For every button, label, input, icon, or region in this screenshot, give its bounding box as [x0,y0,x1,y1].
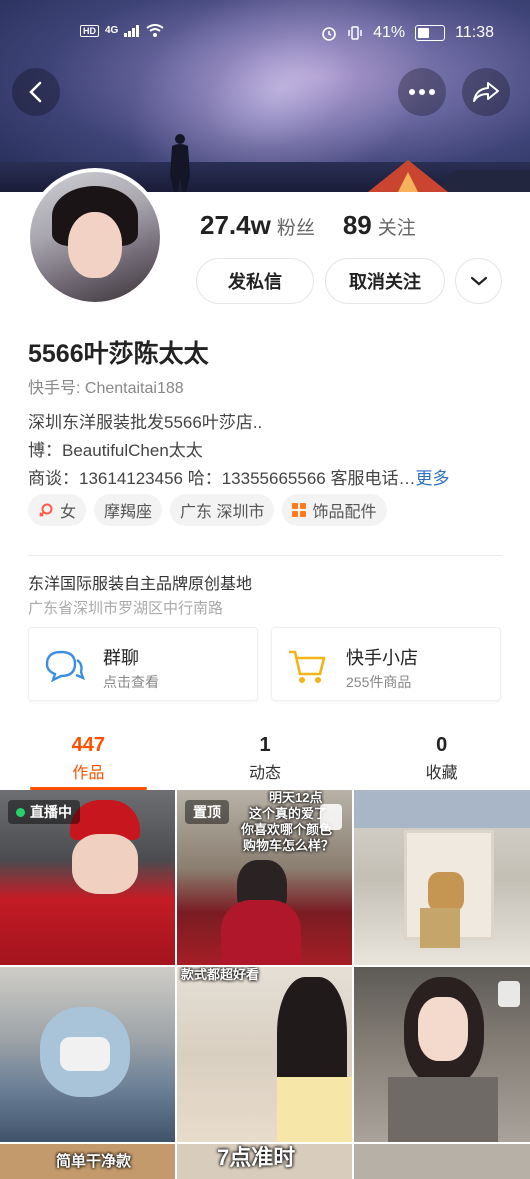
tag-location-label: 广东 深圳市 [180,504,265,521]
caption-line-4: 购物车怎么样？ [243,838,335,853]
silhouette-person [170,134,190,192]
video-thumb-8[interactable]: 7点准时 [177,1144,352,1179]
video-thumb-3[interactable] [354,790,530,965]
wifi-icon [146,24,164,37]
org-title: 东洋国际服装自主品牌原创基地 [28,576,253,593]
tab-works-label: 作品 [72,765,105,782]
expand-button[interactable] [455,258,502,304]
product-icon [320,804,342,830]
tag-zodiac-label: 摩羯座 [104,504,153,521]
avatar[interactable] [26,168,164,306]
chevron-left-icon [29,81,42,103]
tab-favorites-label: 收藏 [425,765,458,782]
content-tabs: 447 作品 1 动态 0 收藏 [0,730,530,790]
tag-location: 广东 深圳市 [170,494,275,526]
vibrate-icon [348,26,362,40]
video-thumb-2[interactable]: 置顶 明天12点 这个真的爱了 你喜欢哪个颜色 购物车怎么样？ [177,790,352,965]
tab-moments-label: 动态 [249,765,282,782]
video-thumb-9[interactable] [354,1144,530,1179]
shop-title: 快手小店 [346,648,418,668]
live-badge-label: 直播中 [30,804,72,820]
caption-line-3: 你喜欢哪个颜色 [241,822,333,837]
more-options-button[interactable] [398,68,446,116]
group-chat-card[interactable]: 群聊 点击查看 [28,627,258,701]
video-thumb-4[interactable] [0,967,175,1142]
video-thumb-7[interactable]: 简单干净款 [0,1144,175,1179]
caption-8: 7点准时 [217,1145,296,1170]
rock [440,170,530,192]
pinned-badge: 置顶 [185,800,229,824]
grid-icon [292,503,307,517]
video-grid: 直播中 置顶 明天12点 这个真的爱了 你喜欢哪个颜色 购物车怎么样？ 款式都超… [0,790,530,1179]
tag-gender: 女 [28,494,87,526]
caption-line-2: 这个真的爱了 [249,806,328,821]
pinned-badge-label: 置顶 [193,804,221,820]
tag-category: 饰品配件 [282,494,387,526]
status-bar: HD 4G 41% 11:38 [0,0,530,66]
divider [28,555,502,556]
hd-indicator: HD [80,24,99,37]
tag-zodiac: 摩羯座 [94,494,163,526]
followers-label: 粉丝 [276,218,315,239]
video-thumb-1[interactable]: 直播中 [0,790,175,965]
message-button[interactable]: 发私信 [196,258,314,304]
female-icon [39,503,53,517]
signal-icon [124,24,140,37]
product-icon-2 [498,981,520,1007]
ellipsis-icon [409,89,435,95]
live-badge: 直播中 [8,800,80,824]
tab-works[interactable]: 447 作品 [0,730,177,790]
tab-moments[interactable]: 1 动态 [177,730,354,790]
video-thumb-6[interactable] [354,967,530,1142]
caption-line-1: 明天12点 [269,790,323,805]
battery-percent: 41% [373,24,406,41]
tent [368,160,448,192]
shopping-cart-icon [289,650,326,683]
tab-favorites[interactable]: 0 收藏 [353,730,530,790]
followers-stat[interactable]: 27.4w 粉丝 [200,210,315,241]
stats-row: 27.4w 粉丝 89 关注 [200,210,416,241]
bio-line-3-text: 商谈：13614123456 哈：13355665566 客服电话… [28,469,416,488]
chat-bubbles-icon [45,650,85,683]
bio-line-3: 商谈：13614123456 哈：13355665566 客服电话…更多 [28,464,449,489]
following-label: 关注 [377,218,416,239]
chevron-down-icon [470,276,487,286]
following-stat[interactable]: 89 关注 [343,210,416,241]
battery-icon [415,25,446,41]
video-thumb-5[interactable]: 款式都超好看 [177,967,352,1142]
tag-category-label: 饰品配件 [312,504,377,521]
tab-favorites-count: 0 [436,734,448,756]
shop-subtitle: 255件商品 [346,674,412,690]
tag-gender-label: 女 [60,504,77,521]
clock: 11:38 [455,24,494,41]
more-link[interactable]: 更多 [415,469,449,488]
group-chat-subtitle: 点击查看 [103,674,159,690]
caption-5: 款式都超好看 [181,967,260,982]
following-count: 89 [342,210,372,240]
address: 广东省深圳市罗湖区中行南路 [28,600,224,617]
caption-7: 简单干净款 [56,1153,132,1170]
kuaishou-id: 快手号: Chentaitai188 [28,380,184,397]
profile-name: 5566叶莎陈太太 [28,340,209,368]
followers-count: 27.4w [200,210,271,240]
share-arrow-icon [473,82,499,102]
shop-card[interactable]: 快手小店 255件商品 [271,627,501,701]
tab-works-count: 447 [71,734,106,756]
network-type: 4G [105,25,119,36]
share-button[interactable] [462,68,510,116]
tag-list: 女 摩羯座 广东 深圳市 饰品配件 [28,494,387,526]
bio-line-1: 深圳东洋服装批发5566叶莎店.. [28,413,263,432]
bio-line-2: 博：BeautifulChen太太 [28,441,203,460]
back-button[interactable] [12,68,60,116]
unfollow-button[interactable]: 取消关注 [325,258,445,304]
alarm-icon [322,27,336,41]
group-chat-title: 群聊 [103,648,139,668]
tab-moments-count: 1 [259,734,271,756]
